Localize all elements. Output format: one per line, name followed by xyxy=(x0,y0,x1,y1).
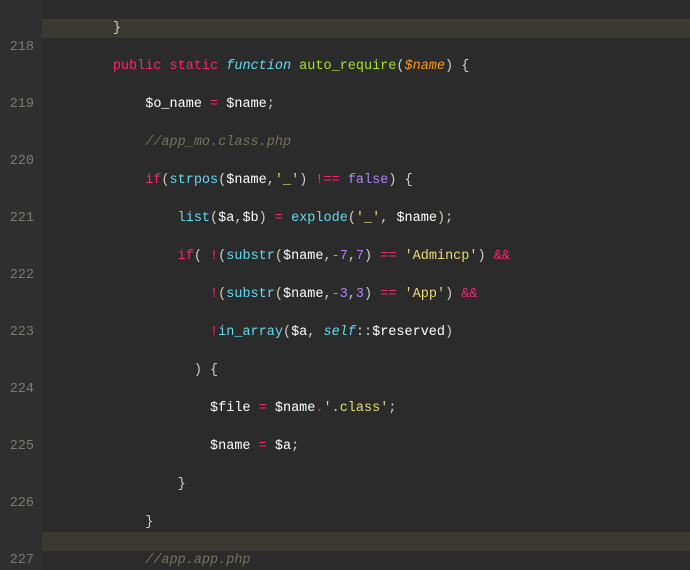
line-number: 224 xyxy=(0,380,34,399)
line-number: 218 xyxy=(0,38,34,57)
code-line[interactable]: if(strpos($name,'_') !== false) { xyxy=(48,171,690,190)
line-number: 222 xyxy=(0,266,34,285)
code-editor[interactable]: 218 219 220 221 222 223 224 225 226 227 … xyxy=(0,0,690,570)
code-line[interactable]: !(substr($name,-3,3) == 'App') && xyxy=(48,285,690,304)
line-number: 227 xyxy=(0,551,34,570)
line-number: 221 xyxy=(0,209,34,228)
code-line[interactable]: } xyxy=(48,19,690,38)
code-line[interactable]: if( !(substr($name,-7,7) == 'Admincp') &… xyxy=(48,247,690,266)
line-number: 225 xyxy=(0,437,34,456)
code-line[interactable]: ) { xyxy=(48,361,690,380)
code-line[interactable]: $name = $a; xyxy=(48,437,690,456)
line-number-gutter: 218 219 220 221 222 223 224 225 226 227 … xyxy=(0,0,42,570)
code-line[interactable]: } xyxy=(48,513,690,532)
line-number: 226 xyxy=(0,494,34,513)
code-line[interactable]: !in_array($a, self::$reserved) xyxy=(48,323,690,342)
code-line[interactable]: } xyxy=(48,475,690,494)
code-area[interactable]: } public static function auto_require($n… xyxy=(42,0,690,570)
code-line[interactable]: $file = $name.'.class'; xyxy=(48,399,690,418)
line-number: 220 xyxy=(0,152,34,171)
line-number: 223 xyxy=(0,323,34,342)
code-line[interactable]: $o_name = $name; xyxy=(48,95,690,114)
code-line[interactable]: list($a,$b) = explode('_', $name); xyxy=(48,209,690,228)
code-line[interactable]: public static function auto_require($nam… xyxy=(48,57,690,76)
code-line[interactable]: //app.app.php xyxy=(48,551,690,570)
line-number: 219 xyxy=(0,95,34,114)
code-line[interactable]: //app_mo.class.php xyxy=(48,133,690,152)
